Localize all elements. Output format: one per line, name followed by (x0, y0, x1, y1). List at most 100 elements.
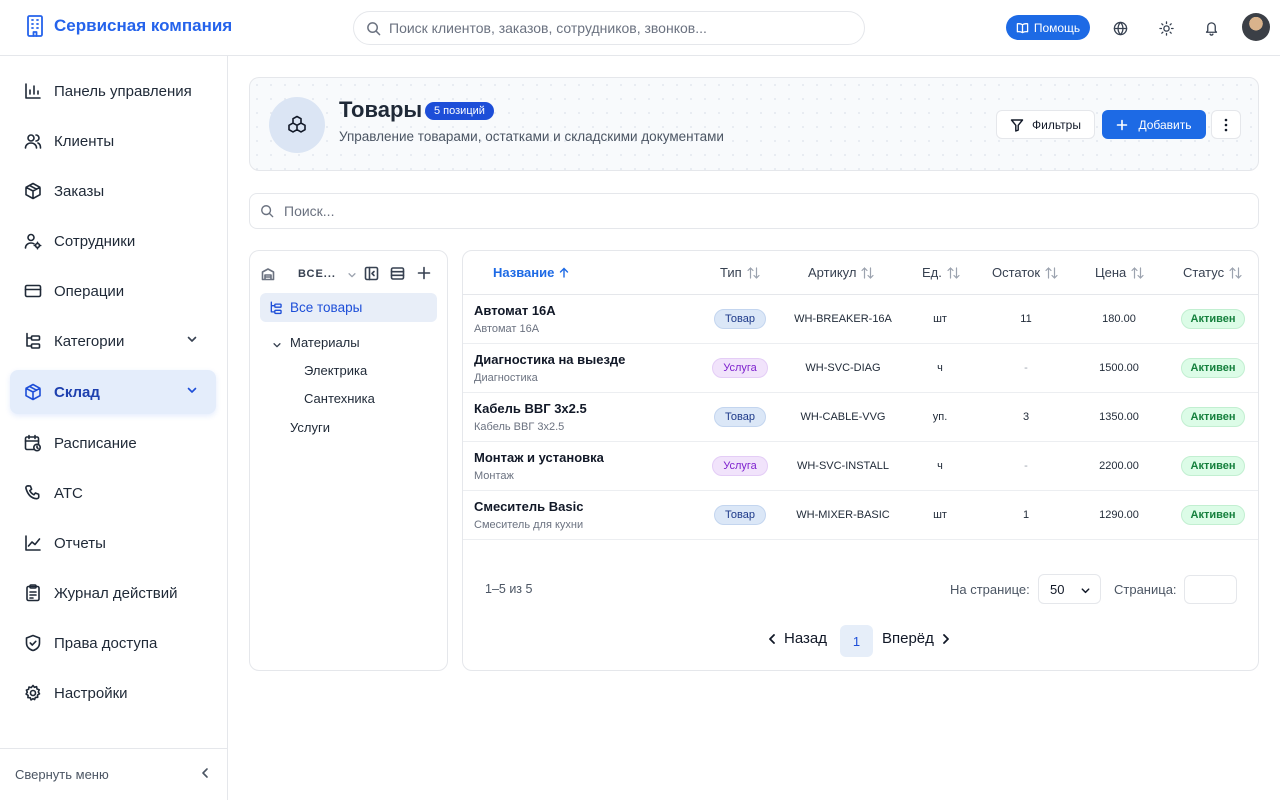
add-label: Добавить (1138, 117, 1192, 132)
page-subtitle: Управление товарами, остатками и складск… (339, 129, 724, 144)
tree-node-plumbing[interactable]: Сантехника (304, 391, 375, 406)
product-description: Автомат 16А (474, 323, 540, 335)
column-header-unit[interactable]: Ед. (922, 265, 960, 280)
globe-icon (1113, 21, 1127, 35)
sku-cell: WH-CABLE-VVG (800, 411, 886, 423)
status-badge: Активен (1181, 358, 1245, 378)
sidebar-item-orders[interactable]: Заказы (10, 169, 216, 213)
sidebar-item-label: Склад (54, 383, 100, 401)
table-row[interactable]: Монтаж и установка Монтаж Услуга WH-SVC-… (463, 442, 1258, 491)
page-header: Товары 5 позиций Управление товарами, ос… (249, 77, 1259, 171)
sidebar-item-categories[interactable]: Категории (10, 319, 216, 363)
table-view-icon[interactable] (390, 266, 405, 281)
shield-icon (25, 634, 41, 652)
search-icon (367, 21, 381, 35)
stock-cell: 3 (1022, 411, 1030, 423)
help-button[interactable]: Помощь (1006, 15, 1090, 40)
table-row[interactable]: Смеситель Basic Смеситель для кухни Това… (463, 491, 1258, 540)
stock-cell: 1 (1022, 509, 1030, 521)
sidebar-item-clients[interactable]: Клиенты (10, 119, 216, 163)
column-header-sku[interactable]: Артикул (808, 265, 875, 280)
chart-icon (25, 535, 41, 551)
stock-cell: - (1024, 362, 1028, 374)
chevron-down-icon[interactable] (272, 340, 282, 350)
page-number-button[interactable]: 1 (840, 625, 873, 657)
unit-cell: шт (933, 313, 947, 325)
column-header-price[interactable]: Цена (1095, 265, 1144, 280)
chevron-right-icon (943, 633, 949, 644)
sidebar-item-label: Панель управления (54, 82, 192, 100)
table-row[interactable]: Автомат 16А Автомат 16А Товар WH-BREAKER… (463, 295, 1258, 344)
table-row[interactable]: Диагностика на выезде Диагностика Услуга… (463, 344, 1258, 393)
boxes-icon (288, 115, 306, 133)
sidebar-item-label: Расписание (54, 434, 137, 452)
sidebar-item-settings[interactable]: Настройки (10, 671, 216, 715)
page-jump-label: Страница: (1114, 582, 1177, 597)
user-avatar[interactable] (1242, 13, 1270, 41)
prev-page-button[interactable]: Назад (768, 630, 827, 647)
collapse-tree-icon[interactable] (364, 266, 379, 281)
product-name: Кабель ВВГ 3х2.5 (474, 401, 587, 416)
sidebar-item-schedule[interactable]: Расписание (10, 421, 216, 465)
sidebar-item-access[interactable]: Права доступа (10, 621, 216, 665)
warehouse-icon (25, 383, 41, 401)
sidebar-item-label: Сотрудники (54, 232, 136, 250)
tree-node-materials[interactable]: Материалы (290, 335, 360, 350)
global-search-input[interactable] (389, 20, 849, 36)
tree-node-all-products[interactable]: Все товары (260, 293, 437, 322)
chevron-down-icon[interactable] (347, 270, 357, 280)
column-header-status[interactable]: Статус (1183, 265, 1242, 280)
column-header-stock[interactable]: Остаток (992, 265, 1058, 280)
add-button[interactable]: Добавить (1102, 110, 1206, 139)
sidebar-item-operations[interactable]: Операции (10, 269, 216, 313)
next-page-button[interactable]: Вперёд (882, 630, 950, 647)
list-search-input[interactable] (284, 203, 1184, 219)
help-label: Помощь (1033, 20, 1081, 35)
card-icon (24, 284, 42, 298)
page-jump-input[interactable] (1184, 575, 1237, 604)
sidebar-item-audit-log[interactable]: Журнал действий (10, 571, 216, 615)
column-header-type[interactable]: Тип (720, 265, 760, 280)
unit-cell: ч (937, 362, 943, 374)
notifications-button[interactable] (1200, 17, 1222, 39)
add-category-icon[interactable] (417, 266, 431, 280)
sidebar-item-label: Журнал действий (54, 584, 178, 602)
unit-cell: ч (937, 460, 943, 472)
tree-node-services[interactable]: Услуги (290, 420, 330, 435)
sort-icon (1131, 266, 1144, 279)
price-cell: 1290.00 (1099, 509, 1139, 521)
users-icon (24, 134, 42, 149)
per-page-label: На странице: (950, 582, 1030, 597)
filters-button[interactable]: Фильтры (996, 110, 1095, 139)
sidebar-item-label: АТС (54, 484, 83, 502)
sort-icon (747, 266, 760, 279)
column-header-name[interactable]: Название (493, 265, 569, 280)
price-cell: 180.00 (1102, 313, 1136, 325)
theme-toggle[interactable] (1155, 17, 1177, 39)
tree-node-electrics[interactable]: Электрика (304, 363, 367, 378)
tree-icon (270, 301, 282, 314)
sidebar-item-label: Настройки (54, 684, 128, 702)
pagination-range: 1–5 из 5 (485, 582, 533, 596)
sidebar-item-label: Клиенты (54, 132, 115, 150)
sidebar-item-reports[interactable]: Отчеты (10, 521, 216, 565)
sidebar-item-label: Права доступа (54, 634, 158, 652)
list-search[interactable] (249, 193, 1259, 229)
filters-label: Фильтры (1032, 117, 1081, 132)
sidebar-item-dashboard[interactable]: Панель управления (10, 69, 216, 113)
unit-cell: шт (933, 509, 947, 521)
language-button[interactable] (1109, 17, 1131, 39)
category-tree: ВСЕ... Все товары Материалы Электрика Са… (249, 250, 448, 671)
brand[interactable]: Сервисная компания (24, 14, 232, 38)
global-search[interactable] (353, 11, 865, 45)
plus-icon (1117, 119, 1128, 130)
collapse-menu-button[interactable]: Свернуть меню (0, 748, 228, 800)
per-page-select[interactable]: 50 (1038, 574, 1101, 604)
tree-scope-select[interactable]: ВСЕ... (298, 268, 336, 280)
sidebar-item-pbx[interactable]: АТС (10, 471, 216, 515)
table-row[interactable]: Кабель ВВГ 3х2.5 Кабель ВВГ 3х2.5 Товар … (463, 393, 1258, 442)
sidebar-item-staff[interactable]: Сотрудники (10, 219, 216, 263)
sku-cell: WH-MIXER-BASIC (796, 509, 890, 521)
more-actions-button[interactable] (1211, 110, 1241, 139)
sidebar-item-warehouse[interactable]: Склад (10, 370, 216, 414)
